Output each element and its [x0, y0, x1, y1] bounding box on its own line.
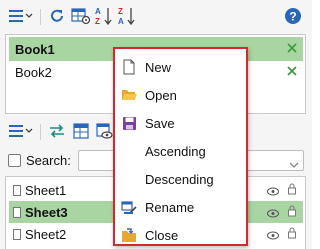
swap-button[interactable]: [46, 121, 68, 143]
sort-ascending-icon: A Z: [95, 6, 113, 29]
toolbar-divider: [40, 124, 41, 140]
menu-item-label: Open: [145, 88, 177, 103]
new-file-icon: [121, 59, 137, 75]
menu-item-label: New: [145, 60, 172, 75]
save-icon: [121, 115, 137, 131]
menu-item-rename[interactable]: Rename: [115, 193, 246, 221]
refresh-button[interactable]: [46, 6, 68, 28]
menu-item-ascending[interactable]: Ascending: [115, 137, 246, 165]
search-checkbox[interactable]: [8, 153, 21, 167]
list-menu-icon: [8, 123, 34, 142]
chevron-down-icon[interactable]: [289, 157, 299, 172]
svg-text:Z: Z: [95, 17, 100, 26]
settings-grid-icon: [71, 7, 91, 28]
help-icon: ?: [284, 7, 302, 28]
help-button[interactable]: ?: [282, 6, 304, 28]
sheet-icon: [13, 228, 21, 240]
menu-item-label: Save: [145, 116, 175, 131]
svg-text:?: ?: [289, 9, 296, 23]
lock-icon[interactable]: [287, 227, 297, 242]
lock-icon[interactable]: [287, 205, 297, 220]
menu-item-close[interactable]: Close: [115, 221, 246, 249]
close-icon: [287, 66, 297, 76]
sheet-icon: [13, 184, 21, 196]
sheet-icon: [13, 206, 21, 218]
sort-ascending-button[interactable]: A Z: [94, 6, 114, 28]
book-name: Book1: [15, 41, 55, 57]
lock-icon[interactable]: [287, 183, 297, 198]
view-button[interactable]: [93, 121, 115, 143]
svg-text:Z: Z: [118, 7, 123, 16]
list-menu-button[interactable]: [6, 6, 36, 28]
context-menu: New Open Save Ascending Descending Renam…: [113, 47, 248, 246]
book-name: Book2: [15, 64, 52, 80]
eye-icon[interactable]: [267, 184, 279, 199]
menu-item-label: Rename: [145, 200, 195, 215]
svg-text:A: A: [95, 7, 101, 16]
menu-item-save[interactable]: Save: [115, 109, 246, 137]
sheet-name: Sheet3: [25, 204, 68, 220]
menu-item-new[interactable]: New: [115, 53, 246, 81]
swap-icon: [48, 122, 66, 143]
sort-descending-icon: Z A: [118, 6, 136, 29]
rename-icon: [121, 199, 137, 215]
close-folder-icon: [121, 227, 137, 243]
toolbar-divider: [40, 9, 41, 25]
sheet-name: Sheet2: [25, 226, 67, 242]
close-icon: [287, 43, 297, 53]
menu-item-open[interactable]: Open: [115, 81, 246, 109]
close-book-button[interactable]: [285, 64, 299, 78]
sort-descending-button[interactable]: Z A: [117, 6, 137, 28]
sheet-name: Sheet1: [25, 182, 67, 198]
close-book-button[interactable]: [285, 41, 299, 55]
top-toolbar: A Z Z A ?: [0, 0, 312, 34]
table-button[interactable]: [70, 121, 92, 143]
view-icon: [95, 122, 113, 143]
table-icon: [72, 122, 90, 143]
list-menu-button[interactable]: [6, 121, 36, 143]
eye-icon[interactable]: [267, 228, 279, 243]
settings-grid-button[interactable]: [70, 6, 92, 28]
menu-item-label: Descending: [145, 172, 214, 187]
workbook-manager-pane: A Z Z A ? Book1 Book2 Search: Sheet1 She…: [0, 0, 312, 249]
menu-item-label: Close: [145, 228, 179, 243]
open-folder-icon: [121, 87, 137, 103]
menu-item-label: Ascending: [145, 144, 206, 159]
search-label: Search:: [26, 152, 71, 168]
refresh-icon: [48, 7, 66, 28]
svg-text:A: A: [118, 17, 124, 26]
menu-item-descending[interactable]: Descending: [115, 165, 246, 193]
eye-icon[interactable]: [267, 206, 279, 221]
list-menu-icon: [8, 8, 34, 27]
